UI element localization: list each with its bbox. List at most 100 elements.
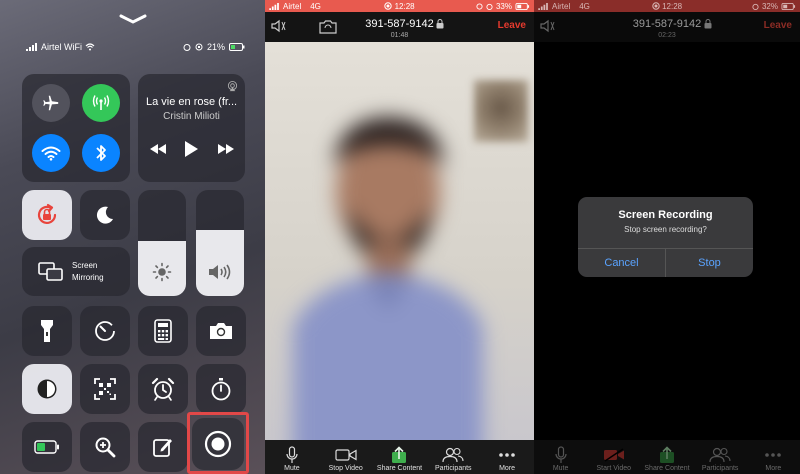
calculator-icon [154,319,172,343]
more-icon [499,453,515,457]
signal-icon [269,2,279,10]
share-content-button[interactable]: Share Content [374,445,424,472]
participants-button[interactable]: Participants [428,445,478,472]
brightness-icon [152,262,172,282]
flashlight-icon [41,320,53,342]
low-power-mode-button[interactable] [22,422,72,472]
magnifier-icon [95,437,116,458]
airplane-icon [43,95,59,111]
cellular-antenna-icon [92,95,110,110]
battery-icon [781,2,796,10]
stopwatch-button[interactable] [196,364,246,414]
contrast-icon [37,379,57,399]
airplane-mode-toggle[interactable] [32,84,70,122]
meeting-header: 391-587-9142 01:48 Leave [265,12,534,42]
status-bar: Airtel WiFi 21% [26,40,245,54]
do-not-disturb-toggle[interactable] [80,190,130,240]
battery-icon [515,2,530,10]
battery-percent: 32% [761,1,778,11]
mute-button[interactable]: Mute [536,445,586,472]
meeting-timer: 02:23 [658,32,676,39]
recording-dot-icon [652,1,660,10]
camera-icon [210,323,232,339]
camera-button[interactable] [196,306,246,356]
brightness-slider[interactable] [138,190,186,296]
lock-icon [704,19,712,29]
chevron-down-icon[interactable] [118,14,148,24]
wifi-icon [41,146,61,161]
alarm-button[interactable] [138,364,188,414]
qr-code-icon [94,378,116,400]
screen-mirroring-button[interactable]: Screen Mirroring [22,247,130,296]
participant-video-image [293,117,483,440]
timer-button[interactable] [80,306,130,356]
wifi-toggle[interactable] [32,134,70,172]
wifi-icon [85,43,95,51]
cancel-button[interactable]: Cancel [578,249,665,277]
cellular-data-toggle[interactable] [82,84,120,122]
battery-percent: 21% [206,42,225,52]
participants-label: Participants [701,465,739,472]
share-content-button[interactable]: Share Content [642,445,692,472]
participants-icon [442,447,464,463]
notes-button[interactable] [138,422,188,472]
zoom-call-panel: Airtel 4G 12:28 33% 391-587-9142 01:48 L… [265,0,534,474]
next-track-icon[interactable] [218,144,234,154]
remote-video[interactable] [265,42,534,440]
moon-icon [96,206,113,224]
signal-icon [26,43,37,51]
recording-dot-icon [384,1,393,10]
volume-slider[interactable] [196,190,244,296]
rotation-lock-status-icon [476,2,483,10]
carrier-label: Airtel [283,1,302,11]
screen-recording-highlight [187,412,249,474]
mute-label: Mute [284,465,300,472]
bluetooth-toggle[interactable] [82,134,120,172]
clock-label: 12:28 [662,1,683,11]
rotation-lock-icon [37,203,57,224]
carrier-label: Airtel WiFi [41,42,82,52]
start-video-button[interactable]: Start Video [589,445,639,472]
notes-icon [153,439,172,457]
play-icon[interactable] [184,141,198,157]
alarm-icon [486,3,493,10]
share-icon [392,446,407,463]
previous-track-icon[interactable] [150,144,166,154]
calculator-button[interactable] [138,306,188,356]
stop-video-label: Stop Video [328,465,363,472]
qr-scanner-button[interactable] [80,364,130,414]
airplay-icon[interactable] [227,81,238,92]
rotation-lock-toggle[interactable] [22,190,72,240]
stop-button[interactable]: Stop [665,249,753,277]
participants-label: Participants [434,465,472,472]
battery-icon [229,43,245,51]
dark-mode-button[interactable] [22,364,72,414]
more-button[interactable]: More [482,445,532,472]
participants-button[interactable]: Participants [695,445,745,472]
share-content-label: Share Content [376,465,423,472]
start-video-label: Start Video [596,465,632,472]
more-button[interactable]: More [748,445,798,472]
leave-button[interactable]: Leave [764,20,792,31]
microphone-icon [554,446,567,463]
magnifier-button[interactable] [80,422,130,472]
network-label: 4G [310,1,321,11]
flashlight-button[interactable] [22,306,72,356]
leave-button[interactable]: Leave [498,20,526,31]
meeting-toolbar: Mute Stop Video Share Content Participan… [265,440,534,474]
network-label: 4G [579,1,590,11]
stop-video-button[interactable]: Stop Video [321,445,371,472]
meeting-timer: 01:48 [390,32,409,39]
alarm-icon [752,3,759,10]
mute-label: Mute [552,465,569,472]
rotation-lock-status-icon [195,43,203,51]
video-camera-off-icon [603,448,624,462]
dialog-title: Screen Recording [618,209,713,221]
more-icon [765,453,782,457]
now-playing-module[interactable]: La vie en rose (fr... Cristin Milioti [138,74,245,182]
meeting-header: 391-587-9142 02:23 Leave [534,12,800,42]
share-content-label: Share Content [644,465,690,472]
more-label: More [765,465,782,472]
self-view-thumbnail[interactable] [474,80,528,142]
mute-button[interactable]: Mute [267,445,317,472]
